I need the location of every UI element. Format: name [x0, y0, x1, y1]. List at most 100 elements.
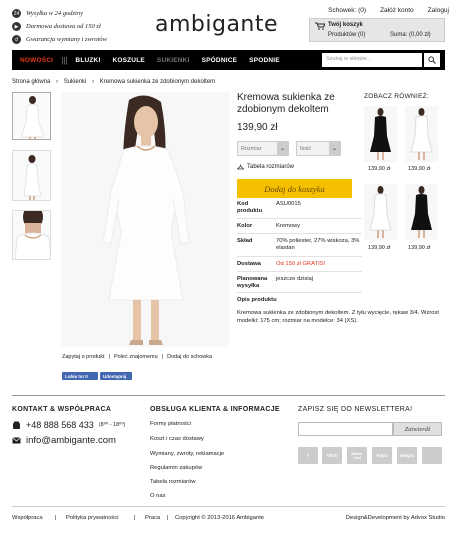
newsletter-email-input[interactable]	[298, 422, 393, 436]
see-also-product-image[interactable]	[405, 106, 438, 162]
separator: |	[108, 354, 110, 360]
spec-value: 70% poliester, 27% wiskoza, 3% elastan	[276, 238, 360, 251]
chevron-down-icon: ⌄	[277, 142, 288, 155]
ask-about-product-link[interactable]: Zapytaj o produkt	[62, 354, 105, 360]
footer-link[interactable]: Formy płatności	[150, 421, 191, 427]
footer-email[interactable]: info@ambigante.com	[12, 435, 116, 446]
footer-link[interactable]: Wymiany, zwroty, reklamacje	[150, 451, 224, 457]
create-account-link[interactable]: Załóż konto	[380, 7, 414, 14]
quantity-select[interactable]: Ilość ⌄	[296, 141, 341, 156]
developer-credit[interactable]: Design&Development by Advox Studio	[346, 515, 445, 521]
breadcrumb-separator: ›	[56, 79, 59, 85]
add-to-wishlist-link[interactable]: Dodaj do schowka	[167, 354, 212, 360]
size-select[interactable]: Rozmiar ⌄	[237, 141, 289, 156]
cart-title: Twój koszyk	[328, 22, 363, 28]
dress-thumbnail-image	[23, 155, 42, 200]
payment-logo-icon	[422, 447, 442, 464]
dress-thumbnail-image	[20, 96, 45, 139]
payu-icon: PayU	[372, 447, 392, 464]
login-link[interactable]: Zaloguj	[428, 7, 449, 14]
product-thumbnail[interactable]	[12, 150, 51, 201]
nav-item-blouses[interactable]: BLUZKI	[69, 57, 106, 64]
breadcrumb-dresses[interactable]: Sukienki	[64, 79, 87, 85]
see-also-title: ZOBACZ RÓWNIEŻ:	[364, 93, 430, 100]
hanger-icon	[237, 164, 244, 170]
see-also-price: 139,90 zł	[408, 166, 431, 172]
separator: |	[55, 515, 57, 521]
see-also-product-image[interactable]	[405, 184, 438, 240]
see-also-price: 139,90 zł	[368, 245, 391, 251]
footer-divider	[12, 395, 445, 396]
spec-value: jeszcze dzisiaj	[276, 276, 314, 282]
breadcrumb-separator: ›	[92, 79, 95, 85]
add-to-cart-button[interactable]: Dodaj do koszyka	[237, 179, 352, 198]
footer-link[interactable]: O nas	[150, 493, 165, 499]
newsletter-title: ZAPISZ SIĘ DO NEWSLETTERA!	[298, 406, 413, 413]
size-table-label: Tabela rozmiarów	[247, 164, 295, 170]
nav-divider: |||	[61, 55, 68, 65]
divider	[237, 233, 362, 234]
breadcrumb-current: Kremowa sukienka ze zdobionym dekoltem	[99, 79, 216, 85]
breadcrumb: Strona główna › Sukienki › Kremowa sukie…	[12, 79, 219, 85]
footer-phone[interactable]: +48 888 568 433 (8⁰⁰ - 18⁰⁰)	[12, 420, 125, 430]
see-also-price: 139,90 zł	[408, 245, 431, 251]
wishlist-link[interactable]: Schowek: (0)	[328, 7, 366, 14]
divider	[237, 256, 362, 257]
info-shipping-time: 24 Wysyłka w 24 godziny	[12, 9, 83, 18]
size-select-label: Rozmiar	[241, 146, 262, 152]
site-logo[interactable]: ambigante	[155, 12, 278, 37]
search-button[interactable]	[424, 53, 440, 67]
footer-link[interactable]: Regulamin zakupów	[150, 465, 202, 471]
product-thumbnail[interactable]	[12, 210, 51, 260]
main-nav: NOWOŚCI ||| BLUZKI KOSZULE SUKIENKI SPÓD…	[12, 50, 445, 70]
bottom-link-privacy[interactable]: Polityka prywatności	[66, 515, 119, 521]
footer-divider	[12, 506, 445, 507]
see-also-product-image[interactable]	[364, 184, 397, 240]
separator: |	[134, 515, 136, 521]
allegro-icon: allegro	[397, 447, 417, 464]
phone-hours: (8⁰⁰ - 18⁰⁰)	[98, 422, 126, 428]
facebook-share-button[interactable]: Udostępnij	[100, 372, 132, 380]
bottom-link-jobs[interactable]: Praca	[145, 515, 160, 521]
email-address: info@ambigante.com	[26, 435, 116, 446]
spec-key: Skład	[237, 238, 253, 244]
recommend-link[interactable]: Poleć znajomemu	[114, 354, 158, 360]
nav-item-new[interactable]: NOWOŚCI	[12, 57, 59, 64]
product-thumbnail[interactable]	[12, 92, 51, 140]
nav-item-skirts[interactable]: SPÓDNICE	[196, 57, 244, 64]
footer-link[interactable]: Tabela rozmiarów	[150, 479, 195, 485]
spec-key: Kolor	[237, 223, 253, 229]
newsletter-submit-button[interactable]: Zatwierdź	[393, 422, 442, 436]
breadcrumb-home[interactable]: Strona główna	[12, 79, 50, 85]
black-dress-image	[411, 186, 432, 238]
white-dress-image	[369, 186, 392, 238]
facebook-like-button[interactable]: Lubię to! 0	[62, 372, 98, 380]
size-table-link[interactable]: Tabela rozmiarów	[237, 164, 294, 170]
spec-value: Od 150 zł GRATIS!	[276, 261, 326, 267]
white-dress-image	[410, 108, 433, 160]
product-main-image[interactable]	[61, 92, 229, 347]
nav-item-dresses[interactable]: SUKIENKI	[151, 57, 196, 64]
cart-sum: Suma: (0,00 zł)	[390, 32, 431, 38]
truck-icon: ▶	[12, 22, 21, 31]
product-price: 139,90 zł	[237, 122, 278, 133]
spec-key: Kod produktu	[237, 201, 263, 214]
quantity-select-label: Ilość	[300, 146, 312, 152]
search-icon	[428, 56, 436, 64]
nav-item-shirts[interactable]: KOSZULE	[106, 57, 150, 64]
facebook-icon[interactable]: f	[298, 447, 318, 464]
footer-service-title: OBSŁUGA KLIENTA & INFORMACJE	[150, 406, 280, 413]
see-also-price: 139,90 zł	[368, 166, 391, 172]
dress-thumbnail-image	[14, 211, 50, 259]
divider	[237, 218, 362, 219]
return-icon: ↺	[12, 35, 21, 44]
cart-widget[interactable]: Twój koszyk Produktów (0) Suma: (0,00 zł…	[309, 18, 445, 42]
search-input[interactable]: Szukaj w sklepie...	[322, 53, 422, 67]
phone-icon	[13, 421, 20, 429]
bottom-link-cooperation[interactable]: Współpraca	[12, 515, 43, 521]
mastercard-icon: Master Card	[347, 447, 367, 464]
footer-link[interactable]: Koszt i czas dostawy	[150, 436, 204, 442]
black-dress-image	[370, 108, 391, 160]
nav-item-trousers[interactable]: SPODNIE	[243, 57, 286, 64]
see-also-product-image[interactable]	[364, 106, 397, 162]
